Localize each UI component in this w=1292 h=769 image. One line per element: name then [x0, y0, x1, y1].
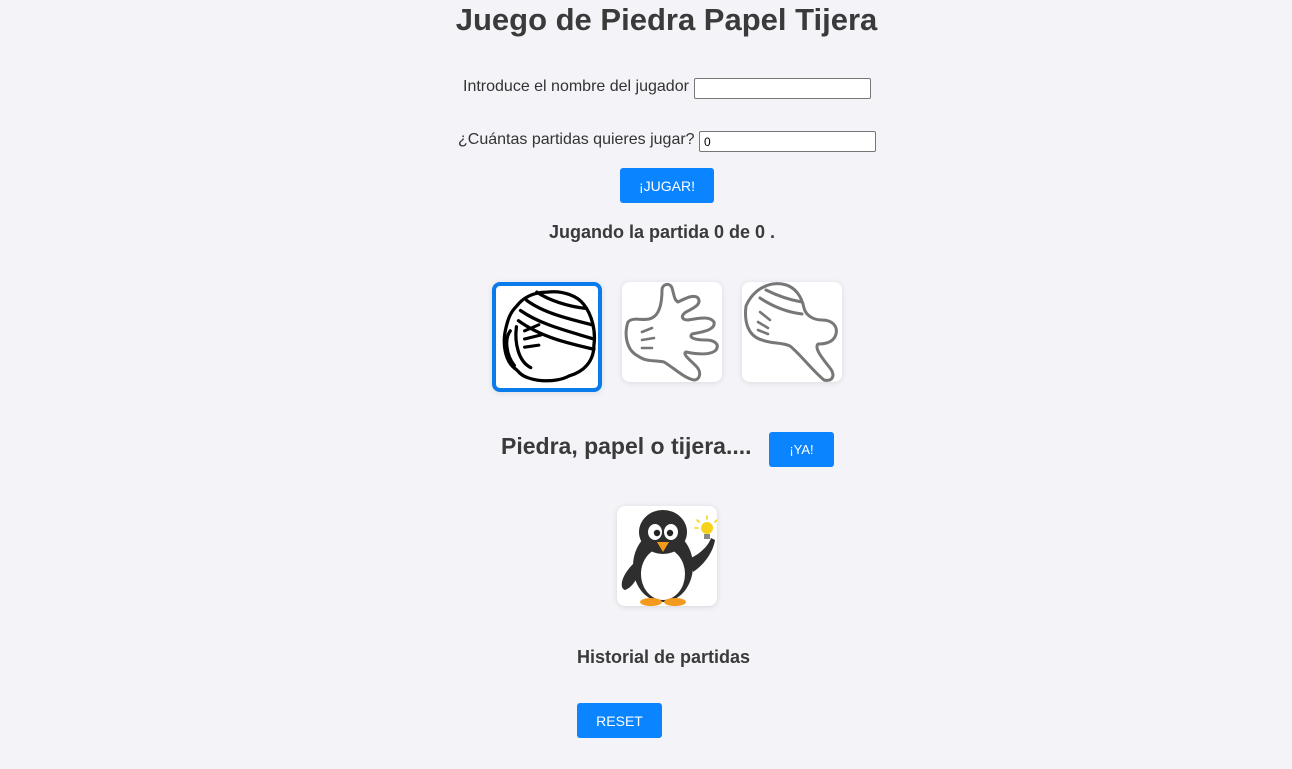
- progress-text: Jugando la partida 0 de 0 .: [549, 222, 776, 242]
- scissors-hand-icon: [744, 282, 838, 382]
- rock-hand-icon: [502, 290, 597, 383]
- history-title: Historial de partidas: [577, 647, 751, 667]
- page-title: Juego de Piedra Papel Tijera: [455, 2, 878, 37]
- choice-scissors[interactable]: [742, 282, 842, 382]
- opponent-avatar: [617, 506, 717, 606]
- choice-rock[interactable]: [492, 282, 602, 392]
- play-button[interactable]: ¡JUGAR!: [620, 168, 714, 203]
- player-name-input[interactable]: [694, 78, 871, 99]
- penguin-lightbulb-icon: [621, 510, 717, 606]
- player-name-label: Introduce el nombre del jugador: [463, 78, 689, 95]
- choice-paper[interactable]: [622, 282, 722, 382]
- games-count-input[interactable]: [699, 131, 876, 152]
- games-count-label: ¿Cuántas partidas quieres jugar?: [458, 131, 695, 148]
- reset-button[interactable]: RESET: [577, 703, 662, 738]
- game-page: Juego de Piedra Papel Tijera Introduce e…: [0, 0, 1292, 769]
- paper-hand-icon: [624, 282, 719, 382]
- go-button[interactable]: ¡YA!: [769, 432, 834, 467]
- prompt-text: Piedra, papel o tijera....: [501, 433, 752, 459]
